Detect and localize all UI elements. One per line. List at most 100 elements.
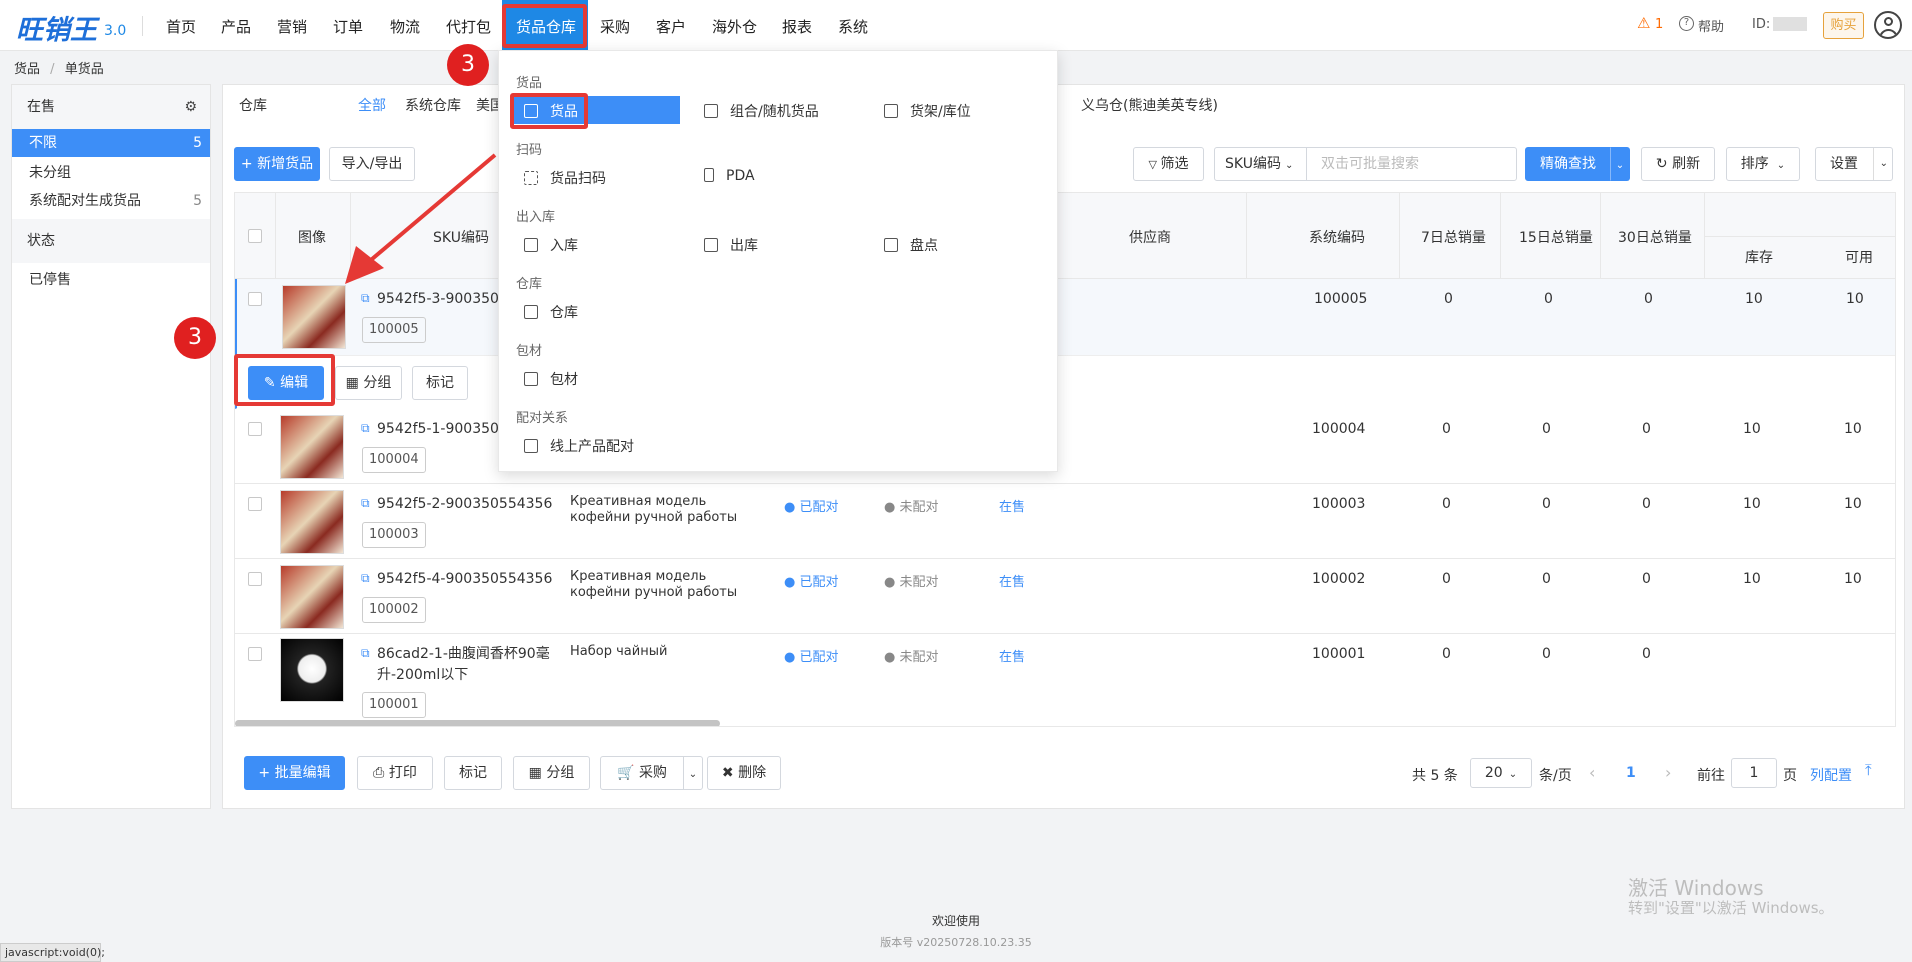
exact-search-button[interactable]: 精确查找 <box>1525 147 1611 181</box>
dd-item-combo[interactable]: 组合/随机货品 <box>704 101 819 121</box>
warehouse-option-system[interactable]: 系统仓库 <box>405 95 461 115</box>
user-avatar-icon[interactable] <box>1874 11 1902 39</box>
warehouse-option-all[interactable]: 全部 <box>358 95 386 115</box>
table-row[interactable]: ⧉ 86cad2-1-曲腹闻香杯90毫升-200ml以下 100001 Набо… <box>235 634 1895 719</box>
cube-icon <box>524 372 538 386</box>
copy-icon[interactable]: ⧉ <box>361 496 370 511</box>
group-button[interactable]: ▦ 分组 <box>335 366 402 400</box>
nav-product[interactable]: 产品 <box>221 16 251 37</box>
product-title[interactable]: Креативная модель кофейни ручной работы <box>570 569 752 601</box>
alert-count[interactable]: 1 <box>1655 17 1663 32</box>
purchase-button[interactable]: 🛒 采购 <box>600 756 684 790</box>
dd-item-outbound[interactable]: 出库 <box>704 235 758 255</box>
table-row[interactable]: ⧉ 9542f5-4-900350554356 100002 Креативна… <box>235 559 1895 634</box>
buy-button[interactable]: 购买 <box>1823 12 1864 39</box>
nav-customers[interactable]: 客户 <box>656 16 686 37</box>
col-sales-7d[interactable]: 7日总销量 <box>1421 227 1486 247</box>
settings-gear-icon[interactable]: ⚙ <box>184 85 197 129</box>
sale-status[interactable]: 在售 <box>999 646 1025 665</box>
current-page[interactable]: 1 <box>1626 765 1636 781</box>
nav-purchase[interactable]: 采购 <box>600 16 630 37</box>
sku-code[interactable]: 9542f5-4-900350554356 <box>377 571 552 587</box>
next-page-icon[interactable]: › <box>1665 763 1671 782</box>
settings-label: 设置 <box>1830 156 1858 172</box>
alert-icon[interactable]: ⚠ <box>1637 14 1650 32</box>
back-to-top-icon[interactable]: ⤒ <box>1865 761 1872 779</box>
table-row[interactable]: ⧉ 9542f5-2-900350554356 100003 Креативна… <box>235 484 1895 559</box>
col-sales-15d[interactable]: 15日总销量 <box>1519 227 1593 247</box>
sale-status[interactable]: 在售 <box>999 571 1025 590</box>
refresh-button[interactable]: ↻ 刷新 <box>1641 147 1715 181</box>
dd-item-pda[interactable]: PDA <box>704 168 755 184</box>
product-thumbnail[interactable] <box>280 415 344 479</box>
filter-button[interactable]: ▽ 筛选 <box>1133 147 1204 181</box>
step-badge-top: 3 <box>447 44 489 86</box>
product-thumbnail[interactable] <box>280 490 344 554</box>
product-thumbnail[interactable] <box>280 638 344 702</box>
nav-system[interactable]: 系统 <box>838 16 868 37</box>
copy-icon[interactable]: ⧉ <box>361 421 370 436</box>
print-button[interactable]: ⎙ 打印 <box>357 756 433 790</box>
sale-status[interactable]: 在售 <box>999 496 1025 515</box>
dd-item-scan[interactable]: 货品扫码 <box>524 168 606 188</box>
page-size-select[interactable]: 20 ⌄ <box>1470 758 1532 788</box>
filter-all[interactable]: 不限 5 <box>12 129 210 157</box>
search-input[interactable]: 双击可批量搜索 <box>1306 147 1517 181</box>
product-thumbnail[interactable] <box>280 565 344 629</box>
row-checkbox[interactable] <box>248 572 262 586</box>
row-checkbox[interactable] <box>248 647 262 661</box>
nav-logistics[interactable]: 物流 <box>390 16 420 37</box>
nav-packing[interactable]: 代打包 <box>446 16 491 37</box>
column-config-link[interactable]: 列配置 <box>1810 765 1852 785</box>
filter-ungrouped[interactable]: 未分组 <box>12 159 210 187</box>
copy-icon[interactable]: ⧉ <box>361 291 370 306</box>
horizontal-scrollbar[interactable] <box>235 720 720 726</box>
bottom-mark-button[interactable]: 标记 <box>444 756 502 790</box>
nav-overseas[interactable]: 海外仓 <box>712 16 757 37</box>
copy-icon[interactable]: ⧉ <box>361 646 370 661</box>
copy-icon[interactable]: ⧉ <box>361 571 370 586</box>
dd-item-online-pairing[interactable]: 线上产品配对 <box>524 436 634 456</box>
logo[interactable]: 旺销王 3.0 <box>16 8 128 46</box>
sku-code[interactable]: 86cad2-1-曲腹闻香杯90毫升-200ml以下 <box>377 644 567 686</box>
help-icon[interactable]: ? <box>1679 16 1694 31</box>
settings-button[interactable]: 设置 ⌄ <box>1815 147 1893 181</box>
dd-item-packing[interactable]: 包材 <box>524 369 578 389</box>
nav-marketing[interactable]: 营销 <box>277 16 307 37</box>
product-thumbnail[interactable] <box>282 285 346 349</box>
dd-item-warehouse[interactable]: 仓库 <box>524 302 578 322</box>
row-checkbox[interactable] <box>248 497 262 511</box>
filter-system-paired[interactable]: 系统配对生成货品 5 <box>12 187 210 215</box>
select-all-checkbox[interactable] <box>248 229 262 243</box>
filter-discontinued[interactable]: 已停售 <box>12 266 210 294</box>
sort-button[interactable]: 排序 ⌄ <box>1726 147 1800 181</box>
dd-item-inbound[interactable]: 入库 <box>524 235 578 255</box>
prev-page-icon[interactable]: ‹ <box>1589 763 1595 782</box>
goto-page-input[interactable]: 1 <box>1731 758 1777 788</box>
batch-edit-button[interactable]: + 批量编辑 <box>244 756 345 790</box>
row-checkbox[interactable] <box>248 422 262 436</box>
add-goods-button[interactable]: + 新增货品 <box>234 147 320 181</box>
product-title[interactable]: Креативная модель кофейни ручной работы <box>570 494 752 526</box>
breadcrumb-parent[interactable]: 货品 <box>14 62 40 77</box>
table-row[interactable]: ⧉ 9542f5-1-900350554 100004 100004 0 0 0… <box>235 409 1895 484</box>
dd-item-shelf[interactable]: 货架/库位 <box>884 101 971 121</box>
dd-item-inventory[interactable]: 盘点 <box>884 235 938 255</box>
mark-button[interactable]: 标记 <box>412 366 468 400</box>
sku-field-select[interactable]: SKU编码 ⌄ <box>1214 147 1307 181</box>
nav-home[interactable]: 首页 <box>166 16 196 37</box>
nav-orders[interactable]: 订单 <box>333 16 363 37</box>
purchase-dropdown[interactable]: ⌄ <box>683 756 703 790</box>
sku-code[interactable]: 9542f5-2-900350554356 <box>377 496 552 512</box>
row-checkbox[interactable] <box>248 292 262 306</box>
exact-search-dropdown[interactable]: ⌄ <box>1610 147 1630 181</box>
product-title[interactable]: Набор чайный <box>570 644 667 659</box>
nav-reports[interactable]: 报表 <box>782 16 812 37</box>
delete-button[interactable]: ✖ 删除 <box>707 756 781 790</box>
table-row[interactable]: ⧉ 9542f5-3-900350554 100005 100005 0 0 0… <box>235 279 1895 409</box>
bottom-group-button[interactable]: ▦ 分组 <box>513 756 590 790</box>
col-sales-30d[interactable]: 30日总销量 <box>1618 227 1692 247</box>
check-circle-icon: ● <box>784 650 800 665</box>
warehouse-option-yiwu[interactable]: 义乌仓(熊迪美英专线) <box>1081 95 1218 115</box>
help-link[interactable]: 帮助 <box>1698 16 1724 35</box>
